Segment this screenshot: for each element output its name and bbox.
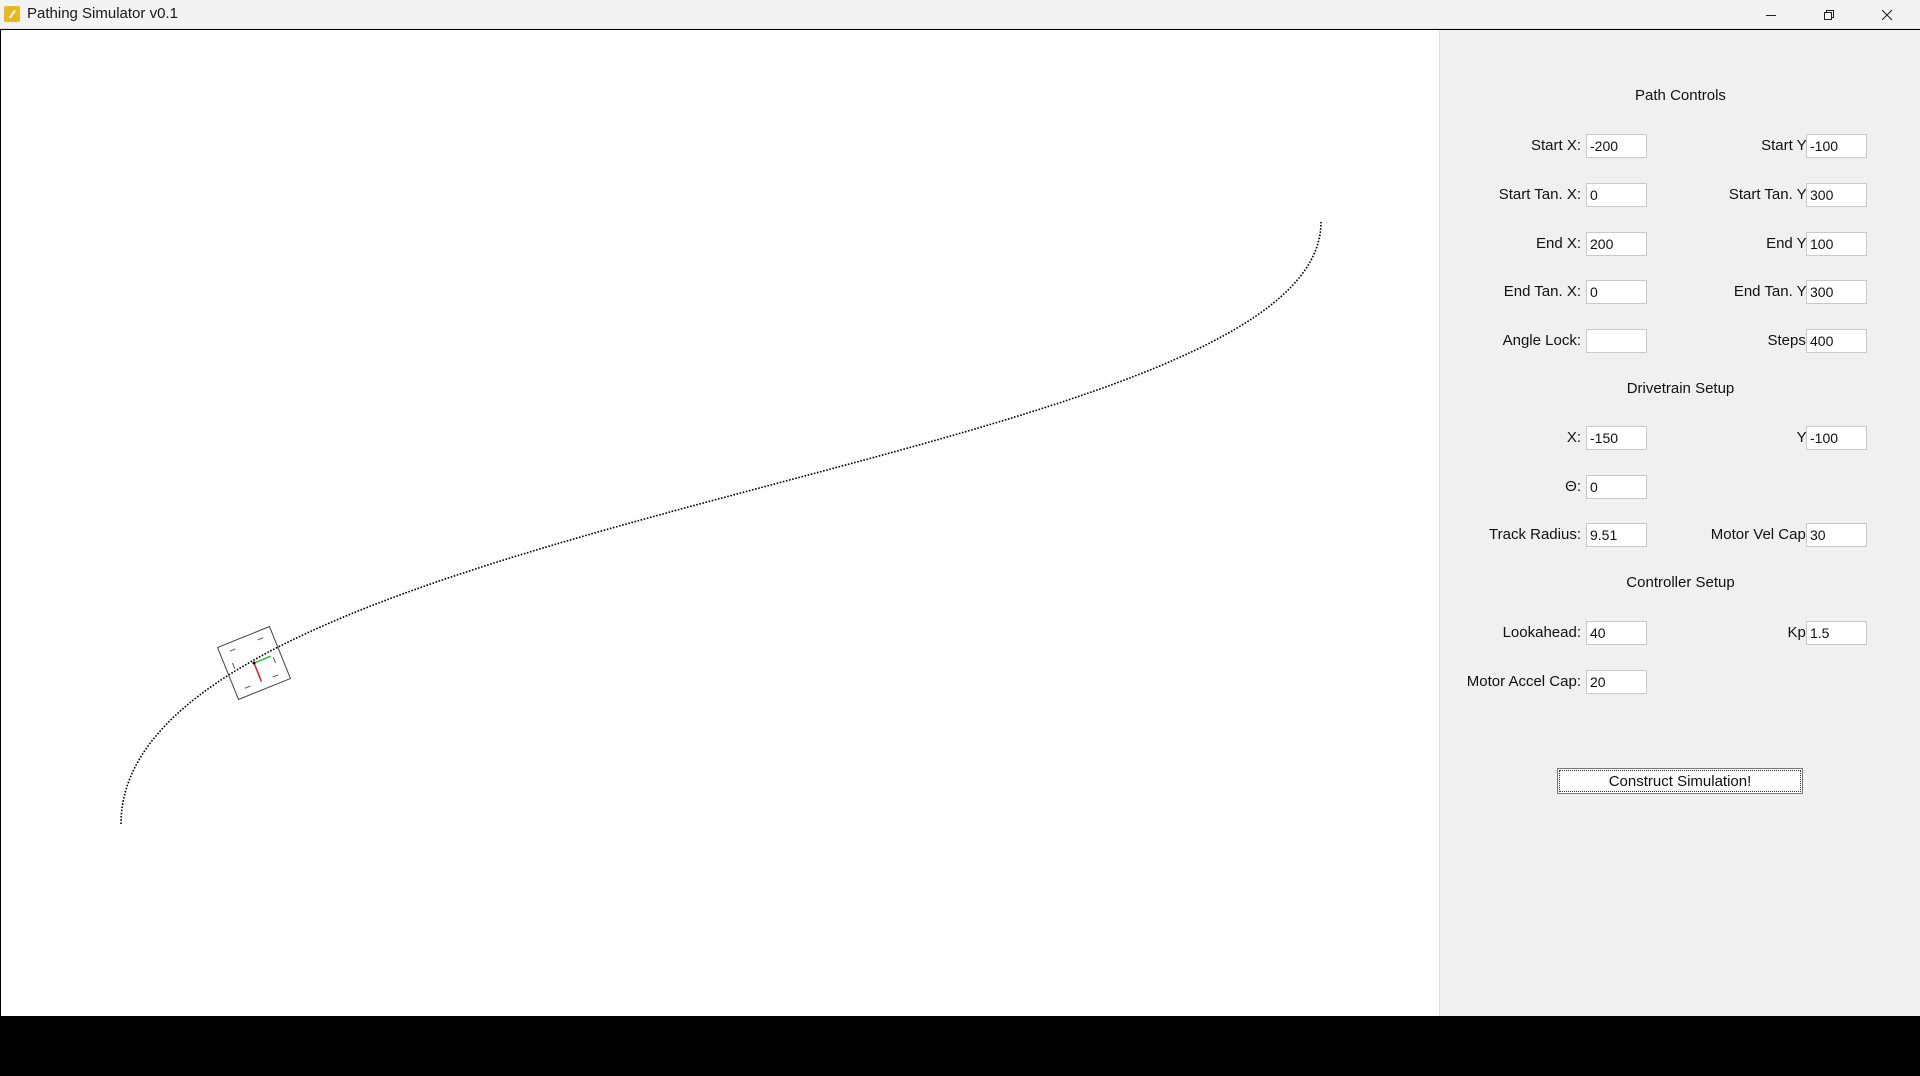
x-label: X: xyxy=(1566,429,1581,446)
start-tan-x-label: Start Tan. X: xyxy=(1498,186,1581,203)
end-tan-y-input[interactable] xyxy=(1806,280,1867,304)
motor-vel-cap-input[interactable] xyxy=(1806,523,1867,547)
start-y-input[interactable] xyxy=(1806,134,1867,158)
end-tan-x-input[interactable] xyxy=(1586,280,1647,304)
robot-center xyxy=(252,661,256,665)
theta-label: Θ: xyxy=(1565,478,1581,495)
heading-arrow xyxy=(253,662,263,682)
simulation-drawing xyxy=(120,221,1322,825)
section-title-controller-setup: Controller Setup xyxy=(1626,574,1735,591)
lookahead-label: Lookahead: xyxy=(1502,624,1581,641)
section-title-drivetrain-setup: Drivetrain Setup xyxy=(1626,380,1735,397)
close-icon xyxy=(1881,9,1893,20)
construct-simulation-button[interactable]: Construct Simulation! xyxy=(1557,768,1803,794)
start-tan-y-input[interactable] xyxy=(1806,183,1867,207)
window-titlebar: Pathing Simulator v0.1 xyxy=(0,0,1920,29)
end-x-input[interactable] xyxy=(1586,232,1647,256)
kp-label: Kp: xyxy=(1787,624,1810,641)
end-y-input[interactable] xyxy=(1806,232,1867,256)
start-tan-y-label: Start Tan. Y: xyxy=(1728,186,1810,203)
motor-vel-cap-label: Motor Vel Cap: xyxy=(1710,526,1810,543)
steps-input[interactable] xyxy=(1806,329,1867,353)
side-arrow xyxy=(253,655,271,664)
minimize-button[interactable] xyxy=(1742,0,1800,29)
track-radius-input[interactable] xyxy=(1586,523,1647,547)
start-x-input[interactable] xyxy=(1586,134,1647,158)
section-title-path-controls: Path Controls xyxy=(1635,87,1726,104)
steps-label: Steps: xyxy=(1767,332,1810,349)
track-radius-label: Track Radius: xyxy=(1489,526,1581,543)
control-panel: Path Controls Start X: Start Y: Start Ta… xyxy=(1439,30,1920,1016)
end-x-label: End X: xyxy=(1535,235,1581,252)
motor-accel-cap-input[interactable] xyxy=(1586,670,1647,694)
maximize-button[interactable] xyxy=(1800,0,1858,29)
close-button[interactable] xyxy=(1858,0,1916,29)
start-tan-x-input[interactable] xyxy=(1586,183,1647,207)
app-icon xyxy=(4,6,20,22)
y-label: Y: xyxy=(1796,429,1810,446)
angle-lock-input[interactable] xyxy=(1586,329,1647,353)
angle-lock-label: Angle Lock: xyxy=(1502,332,1581,349)
simulation-canvas[interactable] xyxy=(1,30,1439,1016)
y-input[interactable] xyxy=(1806,426,1867,450)
theta-input[interactable] xyxy=(1586,475,1647,499)
end-tan-x-label: End Tan. X: xyxy=(1503,283,1581,300)
end-tan-y-label: End Tan. Y: xyxy=(1733,283,1810,300)
x-input[interactable] xyxy=(1586,426,1647,450)
planned-path xyxy=(120,221,1322,825)
maximize-icon xyxy=(1824,9,1834,20)
start-x-label: Start X: xyxy=(1530,137,1581,154)
minimize-icon xyxy=(1766,14,1776,16)
robot xyxy=(216,625,292,701)
end-y-label: End Y: xyxy=(1766,235,1810,252)
kp-input[interactable] xyxy=(1806,621,1867,645)
motor-accel-cap-label: Motor Accel Cap: xyxy=(1466,673,1581,690)
lookahead-input[interactable] xyxy=(1586,621,1647,645)
window-title: Pathing Simulator v0.1 xyxy=(27,5,178,22)
start-y-label: Start Y: xyxy=(1761,137,1810,154)
